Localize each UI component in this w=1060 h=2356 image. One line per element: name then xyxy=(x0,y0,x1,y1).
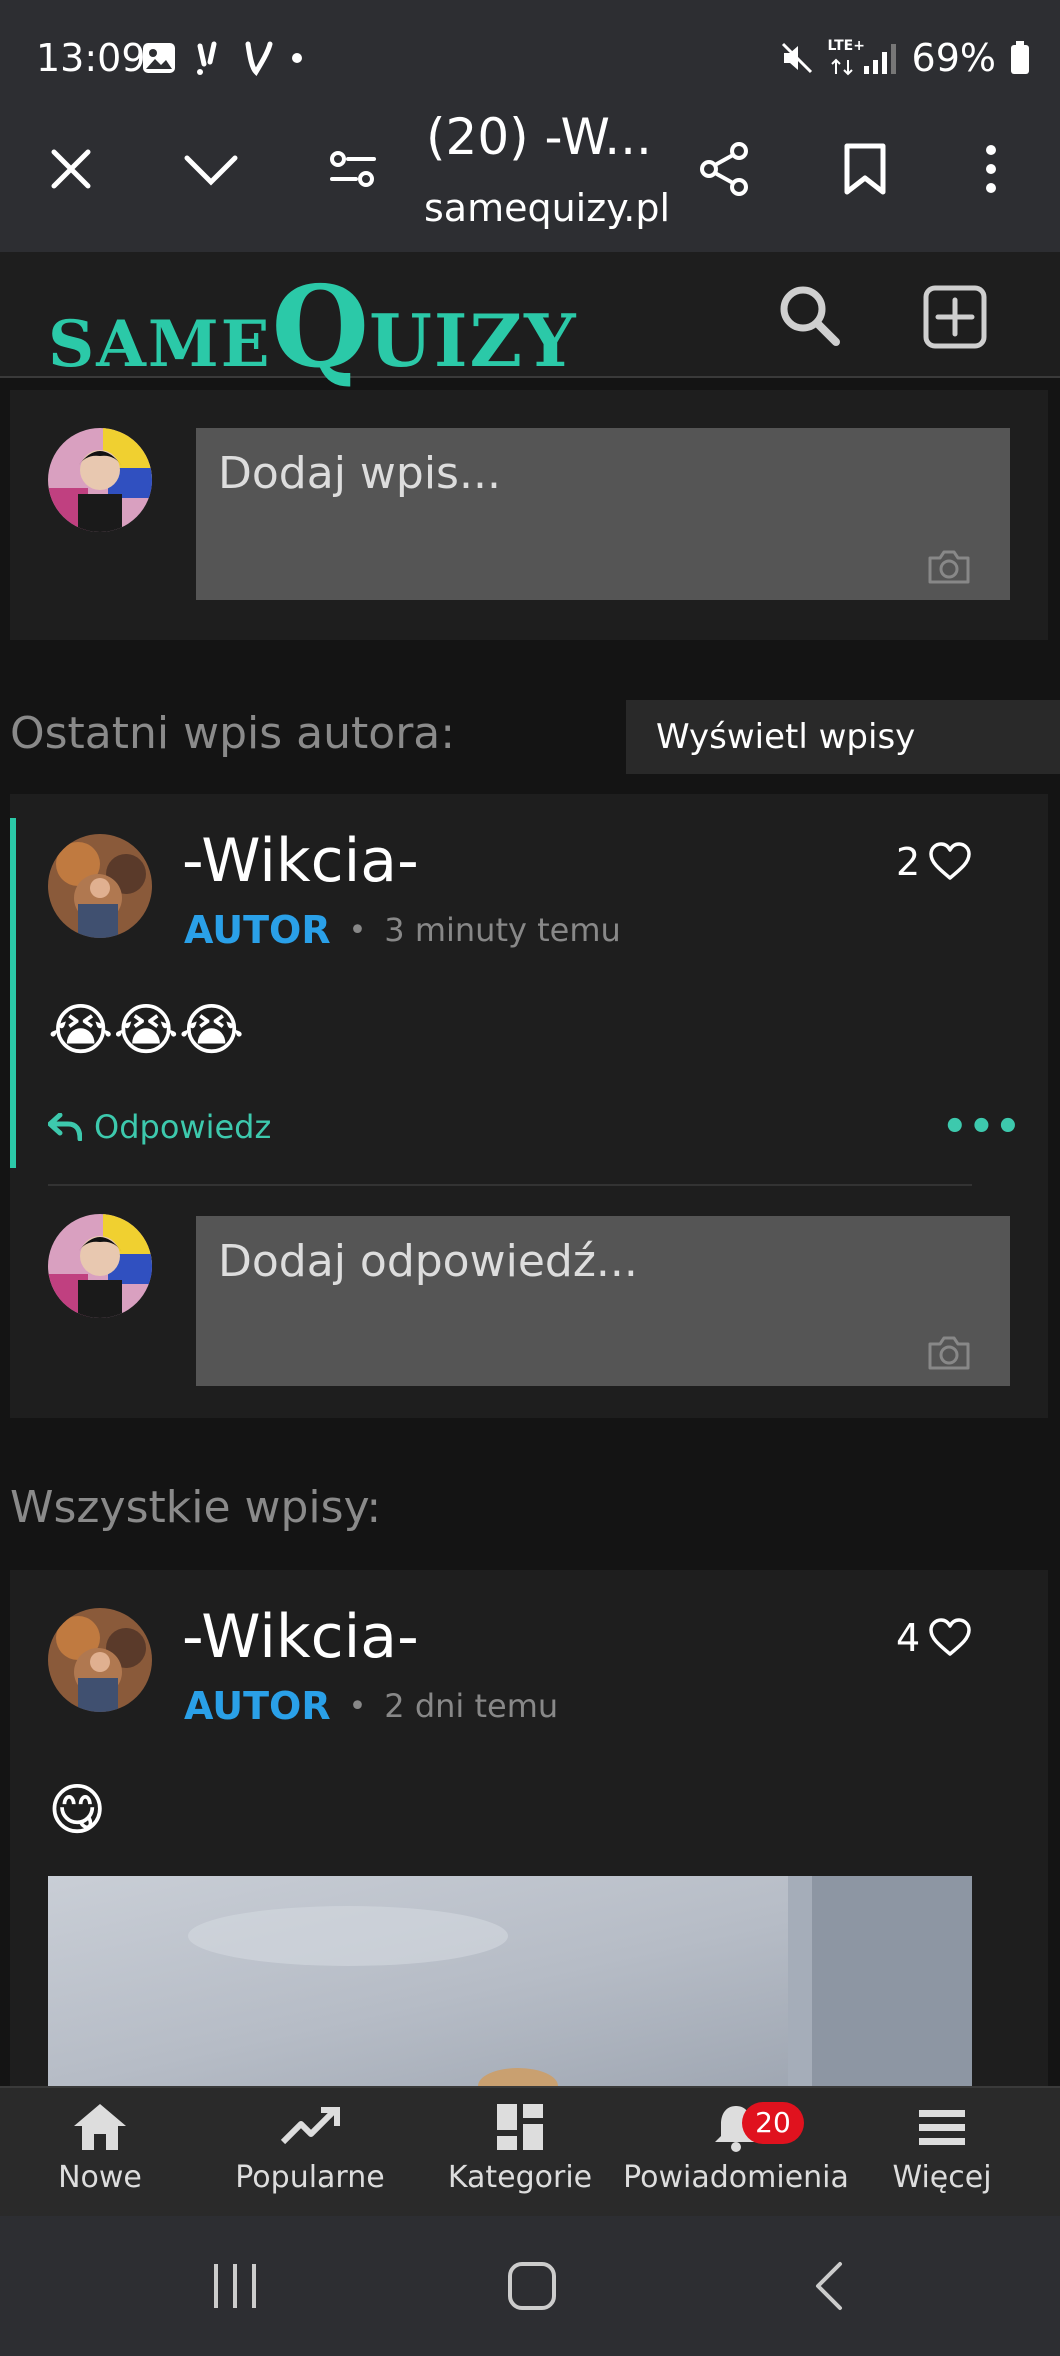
more-vertical-icon xyxy=(986,145,996,193)
notification-badge: 20 xyxy=(742,2102,804,2144)
show-author-posts-button[interactable]: Wyświetl wpisy autora xyxy=(626,700,1060,831)
divider xyxy=(48,1184,972,1186)
compose-input[interactable]: Dodaj wpis... xyxy=(196,428,1010,600)
nav-notifications[interactable]: Powiadomienia xyxy=(623,2102,849,2195)
tab-title[interactable]: (20) -W... xyxy=(426,108,652,166)
post-time: 3 minuty temu xyxy=(384,911,621,949)
share-button[interactable] xyxy=(680,124,770,214)
tune-icon xyxy=(330,151,376,187)
like-button[interactable]: 2 xyxy=(896,840,972,884)
author-badge: AUTOR xyxy=(184,908,331,952)
bookmark-button[interactable] xyxy=(820,124,910,214)
like-button[interactable]: 4 xyxy=(896,1616,972,1660)
search-button[interactable] xyxy=(776,282,842,348)
author-avatar[interactable] xyxy=(48,834,152,938)
bookmark-icon xyxy=(844,143,886,195)
post-time: 2 dni temu xyxy=(384,1687,559,1725)
minimize-button[interactable] xyxy=(166,124,256,214)
post-meta: AUTOR • 2 dni temu xyxy=(184,1684,558,1728)
author-badge: AUTOR xyxy=(184,1684,331,1728)
vinted-icon xyxy=(244,40,274,76)
status-icons-right: LTE+ 69% xyxy=(780,36,1030,80)
post-image[interactable] xyxy=(48,1876,972,2086)
bottom-nav: Nowe Popularne Kategorie Powiadomienia W… xyxy=(0,2086,1060,2216)
chevron-down-icon xyxy=(184,155,238,186)
post-content: 😋 xyxy=(48,1778,107,1843)
dot-icon xyxy=(290,51,304,65)
dashboard-icon xyxy=(497,2104,543,2150)
highlight-bar xyxy=(10,818,16,1168)
url-text[interactable]: samequizy.pl xyxy=(424,186,670,230)
camera-icon[interactable] xyxy=(926,548,972,586)
nav-categories[interactable]: Kategorie xyxy=(420,2102,620,2195)
reply-button[interactable]: Odpowiedz xyxy=(48,1108,271,1146)
reply-icon xyxy=(48,1113,82,1141)
camera-icon[interactable] xyxy=(926,1334,972,1372)
like-count: 4 xyxy=(896,1616,921,1660)
heart-icon xyxy=(929,842,971,880)
status-time: 13:09 xyxy=(36,36,146,80)
more-options-button[interactable] xyxy=(946,124,1036,214)
site-settings-button[interactable] xyxy=(308,124,398,214)
post-content: 😭😭😭 xyxy=(48,998,245,1063)
author-name[interactable]: -Wikcia- xyxy=(182,826,419,896)
recent-apps-icon xyxy=(214,2264,256,2308)
add-box-icon xyxy=(923,285,987,349)
home-icon xyxy=(74,2104,126,2150)
back-icon xyxy=(816,2262,842,2310)
like-count: 2 xyxy=(896,840,921,884)
heart-icon xyxy=(929,1618,971,1656)
back-button[interactable] xyxy=(810,2260,846,2312)
meta-separator: • xyxy=(348,912,367,948)
author-avatar[interactable] xyxy=(48,1608,152,1712)
home-square-icon xyxy=(508,2262,556,2310)
gallery-icon xyxy=(142,42,176,74)
close-tab-button[interactable] xyxy=(26,124,116,214)
notification-app-icon xyxy=(192,40,228,76)
post-more-button[interactable]: ••• xyxy=(942,1104,1022,1150)
author-name[interactable]: -Wikcia- xyxy=(182,1602,419,1672)
home-button[interactable] xyxy=(506,2260,558,2312)
nav-popular[interactable]: Popularne xyxy=(210,2102,410,2195)
recent-apps-button[interactable] xyxy=(210,2260,260,2312)
nav-more[interactable]: Więcej xyxy=(842,2102,1042,2195)
reply-input[interactable]: Dodaj odpowiedź... xyxy=(196,1216,1010,1386)
close-icon xyxy=(51,149,91,189)
trending-icon xyxy=(280,2107,340,2145)
battery-percent: 69% xyxy=(911,36,996,80)
mute-icon xyxy=(780,41,814,75)
add-quiz-button[interactable] xyxy=(922,284,988,350)
user-avatar[interactable] xyxy=(48,428,152,532)
all-posts-heading: Wszystkie wpisy: xyxy=(10,1482,382,1533)
battery-icon xyxy=(1010,41,1030,75)
status-icons-left xyxy=(142,40,304,76)
share-icon xyxy=(700,142,748,196)
search-icon xyxy=(780,286,840,346)
latest-post-heading: Ostatni wpis autora: xyxy=(10,708,456,759)
lte-signal-icon: LTE+ xyxy=(828,38,898,78)
user-avatar[interactable] xyxy=(48,1214,152,1318)
post-meta: AUTOR • 3 minuty temu xyxy=(184,908,621,952)
nav-new[interactable]: Nowe xyxy=(0,2102,200,2195)
menu-icon xyxy=(919,2110,965,2145)
samequizy-logo[interactable]: SAMEQUIZY xyxy=(48,262,578,393)
meta-separator: • xyxy=(348,1688,367,1724)
